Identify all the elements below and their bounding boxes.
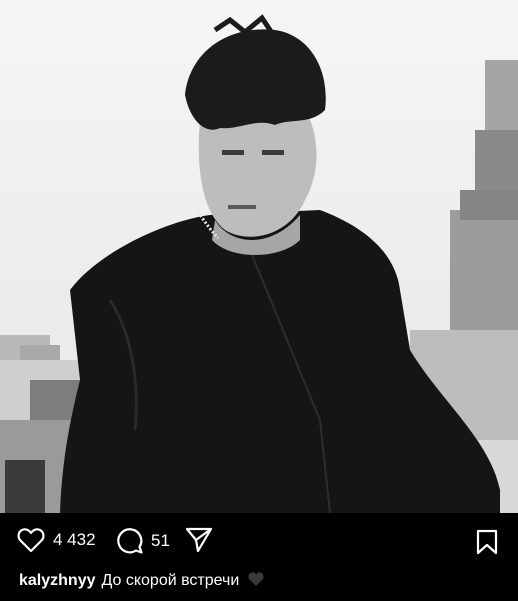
post-caption: kalyzhnyy До скорой встречи — [19, 570, 264, 592]
save-button[interactable] — [476, 529, 498, 555]
like-button[interactable]: 4 432 — [17, 527, 96, 553]
black-heart-emoji-icon — [248, 571, 264, 587]
comment-icon — [116, 527, 143, 554]
comment-button[interactable]: 51 — [116, 527, 170, 554]
bookmark-icon — [476, 529, 498, 555]
username-link[interactable]: kalyzhnyy — [19, 572, 95, 589]
send-icon — [185, 527, 213, 553]
like-count: 4 432 — [53, 530, 96, 549]
caption-text: До скорой встречи — [101, 572, 240, 589]
post-actions-bar: 4 432 51 — [0, 513, 518, 571]
share-button[interactable] — [185, 527, 213, 553]
post-photo[interactable] — [0, 0, 518, 513]
comment-count: 51 — [151, 530, 170, 550]
heart-icon — [17, 527, 45, 553]
